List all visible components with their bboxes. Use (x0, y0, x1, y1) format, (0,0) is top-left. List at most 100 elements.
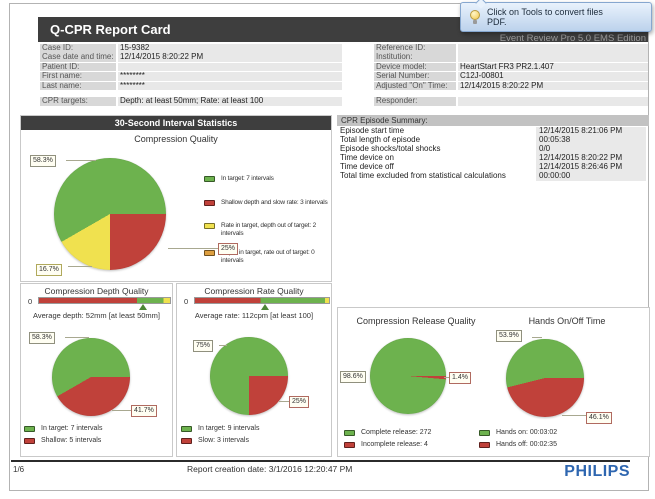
table-row: Episode shocks/total shocks 0/0 (340, 145, 648, 154)
field-value (458, 97, 648, 106)
row-value: 12/14/2015 8:26:46 PM (536, 163, 646, 172)
callout-line (65, 337, 89, 338)
legend-item: In target: 7 intervals (24, 425, 102, 434)
depth-gauge-bar (38, 297, 171, 304)
field-label: Serial Number: (374, 72, 456, 81)
page-title: Q-CPR Report Card (50, 22, 171, 37)
field-label: Device model: (374, 63, 456, 72)
case-info-right: Reference ID: Institution: Device model:… (374, 44, 648, 107)
legend-item: Rate in target, depth out of target: 2 i… (204, 222, 326, 238)
legend-swatch (204, 223, 215, 229)
legend-label: Complete release: 272 (361, 429, 431, 438)
pie-callout: 41.7% (131, 405, 157, 417)
form-row: Institution: (374, 53, 648, 62)
field-label: Responder: (374, 97, 456, 106)
field-label: Reference ID: (374, 44, 456, 53)
legend-item: Hands on: 00:03:02 (479, 429, 557, 438)
form-row: Serial Number: C12J-00801 (374, 72, 648, 81)
legend-item: Shallow depth and slow rate: 3 intervals (204, 199, 330, 207)
legend-swatch (344, 442, 355, 448)
field-value (458, 44, 648, 53)
field-value: 15-9382 (118, 44, 342, 53)
form-row: Case ID: 15-9382 (40, 44, 342, 53)
legend-label: Hands on: 00:03:02 (496, 429, 557, 438)
form-row: CPR targets: Depth: at least 50mm; Rate:… (40, 97, 342, 106)
page-number: 1/6 (13, 465, 24, 474)
chart-title: Compression Rate Quality (176, 286, 332, 296)
pie-callout: 1.4% (449, 372, 471, 384)
chart-title: Compression Depth Quality (20, 286, 173, 296)
pie-callout: 58.3% (30, 155, 56, 167)
row-label: Total length of episode (340, 136, 536, 145)
legend-swatch (204, 250, 215, 256)
form-row: First name: ******** (40, 72, 342, 81)
legend-label: Slow: 3 intervals (198, 437, 249, 446)
legend-label: Shallow depth and slow rate: 3 intervals (221, 199, 328, 207)
table-row: Time device on 12/14/2015 8:20:22 PM (340, 154, 648, 163)
legend-swatch (24, 438, 35, 444)
legend-swatch (181, 438, 192, 444)
legend-item: Complete release: 272 (344, 429, 431, 438)
case-info-left: Case ID: 15-9382 Case date and time: 12/… (40, 44, 342, 107)
legend-item: In target: 9 intervals (181, 425, 259, 434)
row-label: Episode shocks/total shocks (340, 145, 536, 154)
legend-label: In target: 7 intervals (221, 175, 274, 183)
callout-line (562, 415, 586, 416)
pie-callout: 25% (218, 243, 238, 255)
row-label: Total time excluded from statistical cal… (340, 172, 536, 181)
callout-line (112, 410, 131, 411)
table-row: Time device off 12/14/2015 8:26:46 PM (340, 163, 648, 172)
form-row: Adjusted "On" Time: 12/14/2015 8:20:22 P… (374, 82, 648, 91)
legend-label: In target: 9 intervals (198, 425, 259, 434)
legend-label: Hands off: 00:02:35 (496, 441, 557, 450)
callout-line (66, 160, 96, 161)
legend-item: Shallow: 5 intervals (24, 437, 101, 446)
footer-divider (11, 460, 630, 462)
tooltip-text: Click on Tools to convert files PDF. (487, 7, 603, 27)
row-value: 12/14/2015 8:21:06 PM (536, 127, 646, 136)
report-page: Q-CPR Report Card Event Review Pro 5.0 E… (0, 0, 655, 499)
legend-swatch (479, 430, 490, 436)
report-creation-date: Report creation date: 3/1/2016 12:20:47 … (187, 464, 352, 474)
legend-swatch (479, 442, 490, 448)
tooltip-caret (475, 0, 486, 9)
gauge-min-label: 0 (184, 297, 188, 306)
pie-callout: 98.6% (340, 371, 366, 383)
interval-stats-header: 30-Second Interval Statistics (21, 116, 331, 130)
gauge-min-label: 0 (28, 297, 32, 306)
pdf-convert-tooltip[interactable]: Click on Tools to convert files PDF. (460, 2, 652, 32)
field-label: Last name: (40, 82, 116, 91)
legend-label: In target: 7 intervals (41, 425, 102, 434)
form-row: Device model: HeartStart FR3 PR2.1.407 (374, 63, 648, 72)
pie-callout: 75% (193, 340, 213, 352)
field-label: CPR targets: (40, 97, 116, 106)
row-value: 00:00:00 (536, 172, 646, 181)
field-value: C12J-00801 (458, 72, 648, 81)
callout-line (219, 345, 227, 346)
field-value: Depth: at least 50mm; Rate: at least 100 (118, 97, 342, 106)
chart-title: Compression Quality (21, 134, 331, 144)
callout-line (532, 337, 542, 338)
form-row: Case date and time: 12/14/2015 8:20:22 P… (40, 53, 342, 62)
episode-summary-table: Episode start time 12/14/2015 8:21:06 PM… (340, 127, 648, 181)
callout-line (68, 266, 92, 267)
form-row: Responder: (374, 97, 648, 106)
field-label: Case date and time: (40, 53, 116, 62)
legend-item: Hands off: 00:02:35 (479, 441, 557, 450)
field-label: Institution: (374, 53, 456, 62)
gauge-marker-icon (261, 304, 269, 310)
form-row: Reference ID: (374, 44, 648, 53)
rate-quality-pie (210, 337, 288, 415)
table-row: Episode start time 12/14/2015 8:21:06 PM (340, 127, 648, 136)
legend-item: Slow: 3 intervals (181, 437, 249, 446)
depth-quality-pie (52, 338, 130, 416)
field-value: HeartStart FR3 PR2.1.407 (458, 63, 648, 72)
gauge-caption: Average depth: 52mm [at least 50mm] (20, 311, 173, 320)
legend-swatch (204, 176, 215, 182)
chart-title: Compression Release Quality (340, 316, 492, 326)
legend-swatch (181, 426, 192, 432)
legend-swatch (24, 426, 35, 432)
pie-callout: 25% (289, 396, 309, 408)
field-label: Case ID: (40, 44, 116, 53)
pie-callout: 46.1% (586, 412, 612, 424)
